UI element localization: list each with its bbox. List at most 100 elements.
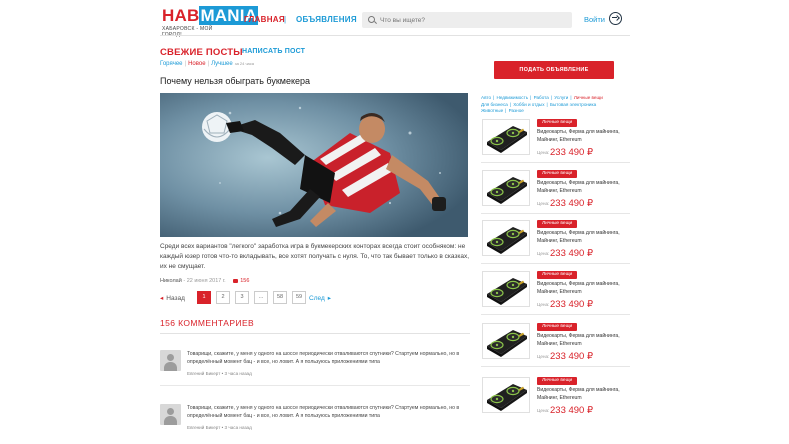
- avatar-head: [167, 354, 174, 361]
- avatar-body: [164, 416, 177, 425]
- post-title[interactable]: Почему нельзя обыграть букмекера: [160, 76, 310, 86]
- ad-categories: Авто | Недвижимость | Работа | Услуги | Личн…: [481, 95, 603, 114]
- ad-thumbnail[interactable]: [482, 220, 530, 256]
- search-icon: [368, 16, 375, 23]
- nav-separator: |: [284, 15, 287, 24]
- filter-best[interactable]: Лучшее: [211, 61, 233, 67]
- ad-thumbnail[interactable]: [482, 170, 530, 206]
- page-button[interactable]: 1: [197, 291, 211, 304]
- category-link[interactable]: Бытовая электроника: [550, 102, 596, 107]
- category-link[interactable]: Услуги: [554, 95, 568, 100]
- ad-category-badge[interactable]: Личные вещи: [537, 323, 578, 331]
- ad-category-badge[interactable]: Личные вещи: [537, 119, 578, 127]
- ad-price-label: Цена:: [537, 201, 550, 206]
- category-link[interactable]: Хобби и отдых: [513, 102, 544, 107]
- comment-item: Товарищи, скажите, у меня у одного на шо…: [160, 402, 470, 444]
- comment-meta: Евгений Бикерт • 3 часа назад: [187, 371, 252, 376]
- filter-separator: |: [184, 61, 187, 67]
- ad-item[interactable]: Личные вещи Видеокарты, Ферма для майнин…: [481, 218, 630, 267]
- ad-category-badge[interactable]: Личные вещи: [537, 170, 578, 178]
- page-ellipsis: ...: [254, 291, 268, 304]
- graphics-card-icon: [483, 120, 529, 154]
- filter-separator: |: [207, 61, 210, 67]
- page-button[interactable]: 59: [292, 291, 306, 304]
- comment-text: Товарищи, скажите, у меня у одного на шо…: [187, 405, 460, 420]
- ad-thumbnail[interactable]: [482, 377, 530, 413]
- ad-title[interactable]: Видеокарты, Ферма для майнинга, Майнинг,…: [537, 129, 629, 145]
- page-button[interactable]: 58: [273, 291, 287, 304]
- pagination-prev[interactable]: ◂ Назад: [160, 294, 185, 302]
- ad-title[interactable]: Видеокарты, Ферма для майнинга, Майнинг,…: [537, 180, 629, 196]
- ad-price-label: Цена:: [537, 251, 550, 256]
- ad-item[interactable]: Личные вещи Видеокарты, Ферма для майнин…: [481, 117, 630, 166]
- search-box[interactable]: [362, 12, 572, 28]
- page-button[interactable]: 3: [235, 291, 249, 304]
- graphics-card-icon: [483, 272, 529, 306]
- ad-thumbnail[interactable]: [482, 323, 530, 359]
- ad-price: 233 490 ₽: [550, 299, 594, 310]
- post-image-illustration: [160, 93, 468, 237]
- ad-price-label: Цена:: [537, 354, 550, 359]
- ad-title[interactable]: Видеокарты, Ферма для майнинга, Майнинг,…: [537, 230, 629, 246]
- ad-item[interactable]: Личные вещи Видеокарты, Ферма для майнин…: [481, 321, 630, 370]
- comment-item: Товарищи, скажите, у меня у одного на шо…: [160, 348, 470, 398]
- avatar-head: [167, 408, 174, 415]
- filter-hot[interactable]: Горячее: [160, 61, 183, 67]
- ad-thumbnail[interactable]: [482, 119, 530, 155]
- login-link[interactable]: Войти: [584, 15, 605, 24]
- arrow-left-icon: ◂: [160, 295, 164, 302]
- ad-category-badge[interactable]: Личные вещи: [537, 220, 578, 228]
- nav-link-home[interactable]: ГЛАВНАЯ: [244, 15, 285, 24]
- ad-divider: [481, 314, 630, 315]
- ad-title[interactable]: Видеокарты, Ферма для майнинга, Майнинг,…: [537, 333, 629, 349]
- ad-divider: [481, 366, 630, 367]
- category-link-active[interactable]: Личные вещи: [574, 95, 603, 100]
- category-link[interactable]: Животные: [481, 108, 503, 113]
- post-excerpt: Среди всех вариантов "легкого" заработка…: [160, 243, 470, 270]
- comment-icon: [233, 278, 239, 283]
- filter-new[interactable]: Новое: [188, 61, 205, 67]
- ad-item[interactable]: Личные вещи Видеокарты, Ферма для майнин…: [481, 375, 630, 424]
- pagination-next[interactable]: След ▸: [309, 294, 331, 302]
- avatar-body: [164, 362, 177, 371]
- category-link[interactable]: Недвижимость: [497, 95, 529, 100]
- ad-category-badge[interactable]: Личные вещи: [537, 377, 578, 385]
- post-ad-button[interactable]: ПОДАТЬ ОБЪЯВЛЕНИЕ: [494, 61, 614, 79]
- post-date: - 22 июня 2017 г.: [183, 278, 226, 284]
- ad-item[interactable]: Личные вещи Видеокарты, Ферма для майнин…: [481, 168, 630, 217]
- search-input[interactable]: [380, 14, 565, 26]
- filter-period[interactable]: за 24 часа: [235, 61, 254, 66]
- avatar[interactable]: [160, 350, 181, 371]
- header-divider: [160, 35, 630, 36]
- nav-link-ads[interactable]: ОБЪЯВЛЕНИЯ: [296, 15, 357, 24]
- category-link[interactable]: Авто: [481, 95, 491, 100]
- post-image[interactable]: [160, 93, 468, 237]
- ad-price-label: Цена:: [537, 302, 550, 307]
- page-button[interactable]: 2: [216, 291, 230, 304]
- logo-wordmark: HABMANIA: [162, 6, 259, 25]
- graphics-card-icon: [483, 324, 529, 358]
- logo-subtitle: ХАБАРОВСК - МОЙ ГОРОД!: [162, 26, 213, 38]
- ad-price: 233 490 ₽: [550, 405, 594, 416]
- ad-category-badge[interactable]: Личные вещи: [537, 271, 578, 279]
- category-link[interactable]: Для бизнеса: [481, 102, 508, 107]
- comments-divider: [160, 333, 470, 334]
- category-link[interactable]: Разное: [509, 108, 524, 113]
- ad-thumbnail[interactable]: [482, 271, 530, 307]
- ad-title[interactable]: Видеокарты, Ферма для майнинга, Майнинг,…: [537, 281, 629, 297]
- post-author[interactable]: Николай: [160, 278, 182, 284]
- ad-item[interactable]: Личные вещи Видеокарты, Ферма для майнин…: [481, 269, 630, 318]
- graphics-card-icon: [483, 221, 529, 255]
- ad-price: 233 490 ₽: [550, 147, 594, 158]
- comment-meta: Евгений Бикерт • 3 часа назад: [187, 425, 252, 430]
- post-comment-count[interactable]: 156: [240, 278, 249, 284]
- section-title: СВЕЖИЕ ПОСТЫ: [160, 47, 243, 58]
- avatar[interactable]: [160, 404, 181, 425]
- comment-text: Товарищи, скажите, у меня у одного на шо…: [187, 351, 460, 366]
- graphics-card-icon: [483, 171, 529, 205]
- ad-title[interactable]: Видеокарты, Ферма для майнинга, Майнинг,…: [537, 387, 629, 403]
- write-post-link[interactable]: НАПИСАТЬ ПОСТ: [242, 48, 305, 55]
- login-arrow-icon[interactable]: [609, 12, 622, 25]
- category-link[interactable]: Работа: [534, 95, 549, 100]
- site-logo[interactable]: HABMANIA ХАБАРОВСК - МОЙ ГОРОД!: [162, 6, 259, 38]
